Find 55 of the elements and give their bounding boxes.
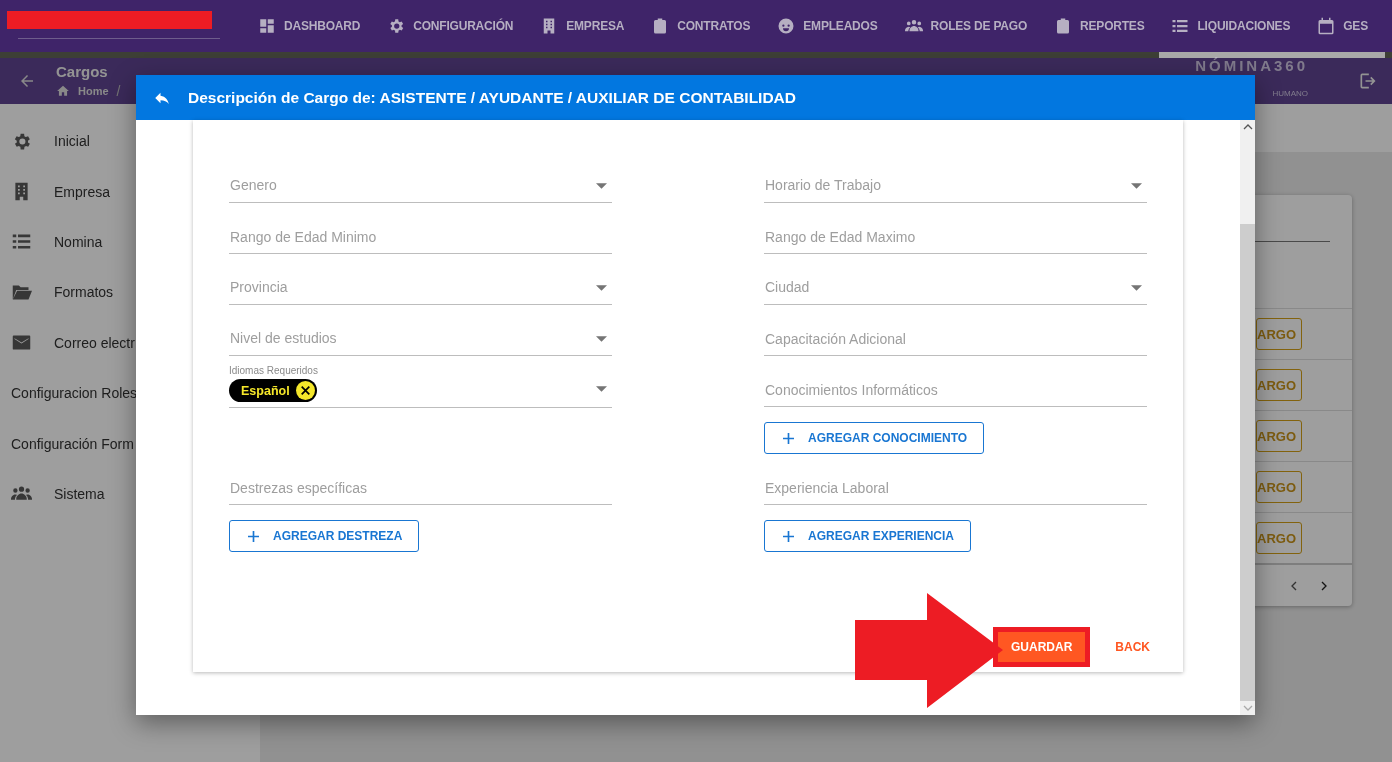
breadcrumb-separator: / xyxy=(116,82,121,99)
input-field[interactable]: Rango de Edad Minimo xyxy=(229,203,612,254)
sidebar-item[interactable]: Inicial xyxy=(54,133,90,150)
page-title: Cargos xyxy=(56,63,109,80)
input-field[interactable]: Rango de Edad Maximo xyxy=(764,203,1147,254)
sidebar-item[interactable]: Correo electr xyxy=(54,334,135,351)
logo-text: NÓMINA360 xyxy=(1195,58,1308,74)
home-icon xyxy=(56,83,70,98)
list-icon xyxy=(1171,17,1190,35)
sidebar-item[interactable]: Configuración Form xyxy=(11,435,134,452)
nav-tab[interactable]: LIQUIDACIONES xyxy=(1171,17,1291,35)
sidebar-item[interactable]: Sistema xyxy=(54,485,105,502)
add-button[interactable]: AGREGAR DESTREZA xyxy=(229,520,420,552)
caret-icon xyxy=(1131,183,1142,189)
input-field[interactable]: Conocimientos Informáticos xyxy=(764,356,1147,407)
nav-tab[interactable]: REPORTES xyxy=(1054,17,1145,35)
add-button[interactable]: AGREGAR CONOCIMIENTO xyxy=(764,422,985,454)
input-field[interactable]: Capacitación Adicional xyxy=(764,305,1147,356)
nav-tab[interactable]: DASHBOARD xyxy=(258,17,361,35)
nav-tab[interactable]: EMPRESA xyxy=(540,17,625,35)
dashboard-icon xyxy=(258,17,276,35)
chip[interactable]: Español xyxy=(229,379,317,402)
close-icon[interactable] xyxy=(295,381,315,400)
caret-icon xyxy=(596,336,607,342)
select-field[interactable]: Idiomas Requeridos Español xyxy=(229,356,612,408)
nav-tab[interactable]: ROLES DE PAGO xyxy=(904,17,1028,35)
logo-tagline: HUMANO xyxy=(1272,89,1308,98)
dialog-title: Descripción de Cargo de: ASISTENTE / AYUDANTE / AUXILIAR DE CONTABILIDAD xyxy=(188,88,796,107)
caret-icon xyxy=(596,385,607,392)
input-field[interactable]: Experiencia Laboral xyxy=(764,454,1147,505)
sidebar-item[interactable]: Nomina xyxy=(54,233,103,250)
caret-icon xyxy=(596,183,607,189)
caret-icon xyxy=(1131,285,1142,291)
breadcrumb-link[interactable]: Home xyxy=(78,84,109,97)
sidebar-item[interactable]: Empresa xyxy=(54,183,111,200)
nav-tab[interactable]: EMPLEADOS xyxy=(777,17,878,35)
scroll-up-icon[interactable] xyxy=(1242,124,1253,130)
back-button[interactable]: BACK xyxy=(1107,632,1158,662)
caret-icon xyxy=(596,285,607,291)
field-label: Idiomas Requeridos xyxy=(229,365,319,376)
nav-tab[interactable]: CONTRATOS xyxy=(651,17,751,35)
plus-icon xyxy=(248,530,259,542)
add-button[interactable]: AGREGAR EXPERIENCIA xyxy=(764,520,972,552)
save-button[interactable]: GUARDAR xyxy=(998,632,1086,662)
input-field[interactable]: Destrezas específicas xyxy=(229,454,612,505)
sidebar-item[interactable]: Configuracion Roles xyxy=(11,385,138,402)
sidebar-item[interactable]: Formatos xyxy=(54,284,114,301)
face-icon xyxy=(777,17,796,35)
nav-tab[interactable]: GES xyxy=(1317,17,1368,35)
calendar-icon xyxy=(1317,17,1336,35)
logout-icon[interactable] xyxy=(1358,71,1378,91)
plus-icon xyxy=(783,432,794,444)
plus-icon xyxy=(783,530,794,542)
nav-tab[interactable]: CONFIGURACIÓN xyxy=(387,17,514,35)
scrollbar[interactable] xyxy=(1240,120,1255,715)
